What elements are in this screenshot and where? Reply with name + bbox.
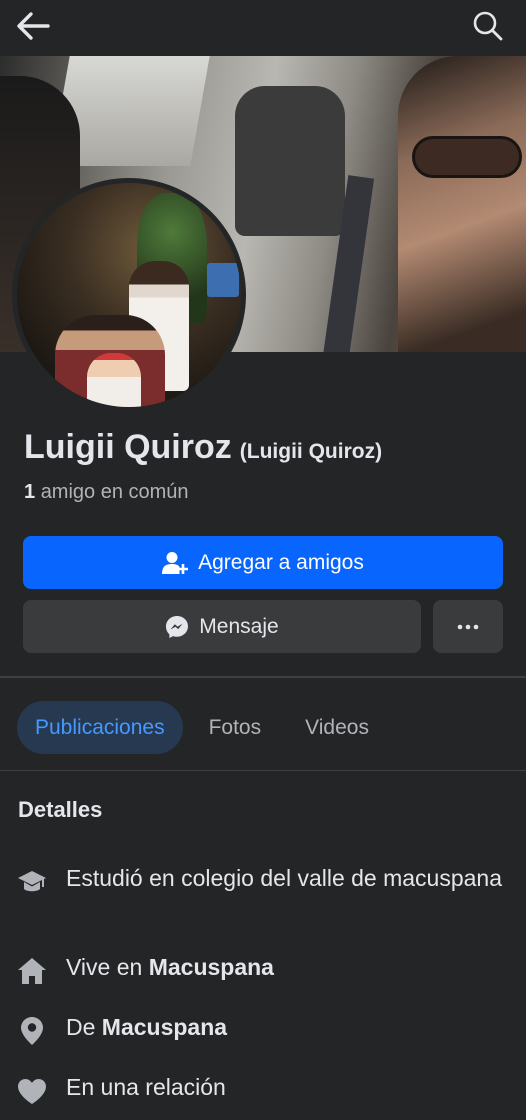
- profile-name-row: Luigii Quiroz (Luigii Quiroz): [24, 428, 514, 467]
- section-divider: [0, 676, 526, 678]
- top-bar: [0, 0, 526, 56]
- add-friend-button[interactable]: Agregar a amigos: [23, 536, 503, 589]
- more-dots-icon: [457, 624, 479, 629]
- mutual-friends-label: amigo en común: [40, 481, 189, 503]
- profile-picture-image: [17, 183, 241, 407]
- arrow-left-icon: [17, 12, 50, 40]
- avatar-screen: [207, 263, 239, 297]
- back-button[interactable]: [16, 8, 56, 44]
- search-icon: [473, 11, 503, 41]
- detail-education-label: Estudió en colegio del valle de macuspan…: [66, 865, 503, 891]
- detail-lives-in-prefix: Vive en: [66, 954, 149, 980]
- cover-photo-person-right: [398, 56, 526, 352]
- heart-icon: [16, 1075, 48, 1107]
- detail-education: Estudió en colegio del valle de macuspan…: [16, 864, 516, 898]
- profile-tabs: Publicaciones Fotos Videos: [17, 701, 387, 754]
- graduation-cap-icon: [16, 866, 48, 898]
- detail-hometown-text: De Macuspana: [66, 1013, 227, 1042]
- person-add-icon: [162, 551, 189, 574]
- detail-relationship-label: En una relación: [66, 1074, 226, 1100]
- mutual-friends-count: 1: [24, 481, 36, 503]
- detail-lives-in-place[interactable]: Macuspana: [149, 954, 274, 980]
- more-options-button[interactable]: [433, 600, 503, 653]
- message-label: Mensaje: [199, 614, 279, 638]
- tab-videos[interactable]: Videos: [287, 701, 387, 754]
- message-button[interactable]: Mensaje: [23, 600, 421, 653]
- detail-hometown: De Macuspana: [16, 1013, 516, 1047]
- tab-publicaciones[interactable]: Publicaciones: [17, 701, 183, 754]
- detail-hometown-place[interactable]: Macuspana: [102, 1014, 227, 1040]
- avatar-person-baby: [87, 353, 141, 407]
- cover-photo-sunglasses: [412, 136, 522, 178]
- tab-fotos[interactable]: Fotos: [191, 701, 280, 754]
- detail-lives-in-text: Vive en Macuspana: [66, 953, 274, 982]
- profile-alternate-name: (Luigii Quiroz): [239, 440, 383, 463]
- details-heading: Detalles: [18, 797, 103, 822]
- detail-hometown-prefix: De: [66, 1014, 102, 1040]
- cover-photo-seat: [235, 86, 345, 236]
- detail-education-text: Estudió en colegio del valle de macuspan…: [66, 864, 502, 893]
- home-icon: [16, 955, 48, 987]
- detail-relationship: En una relación: [16, 1073, 516, 1107]
- detail-relationship-text: En una relación: [66, 1073, 226, 1102]
- search-button[interactable]: [470, 8, 506, 44]
- tabs-divider: [0, 770, 526, 771]
- mutual-friends[interactable]: 1 amigo en común: [24, 481, 189, 504]
- add-friend-label: Agregar a amigos: [198, 550, 364, 574]
- messenger-icon: [166, 615, 189, 638]
- detail-lives-in: Vive en Macuspana: [16, 953, 516, 987]
- location-pin-icon: [16, 1015, 48, 1047]
- profile-picture[interactable]: [12, 178, 246, 412]
- profile-name: Luigii Quiroz: [24, 428, 232, 466]
